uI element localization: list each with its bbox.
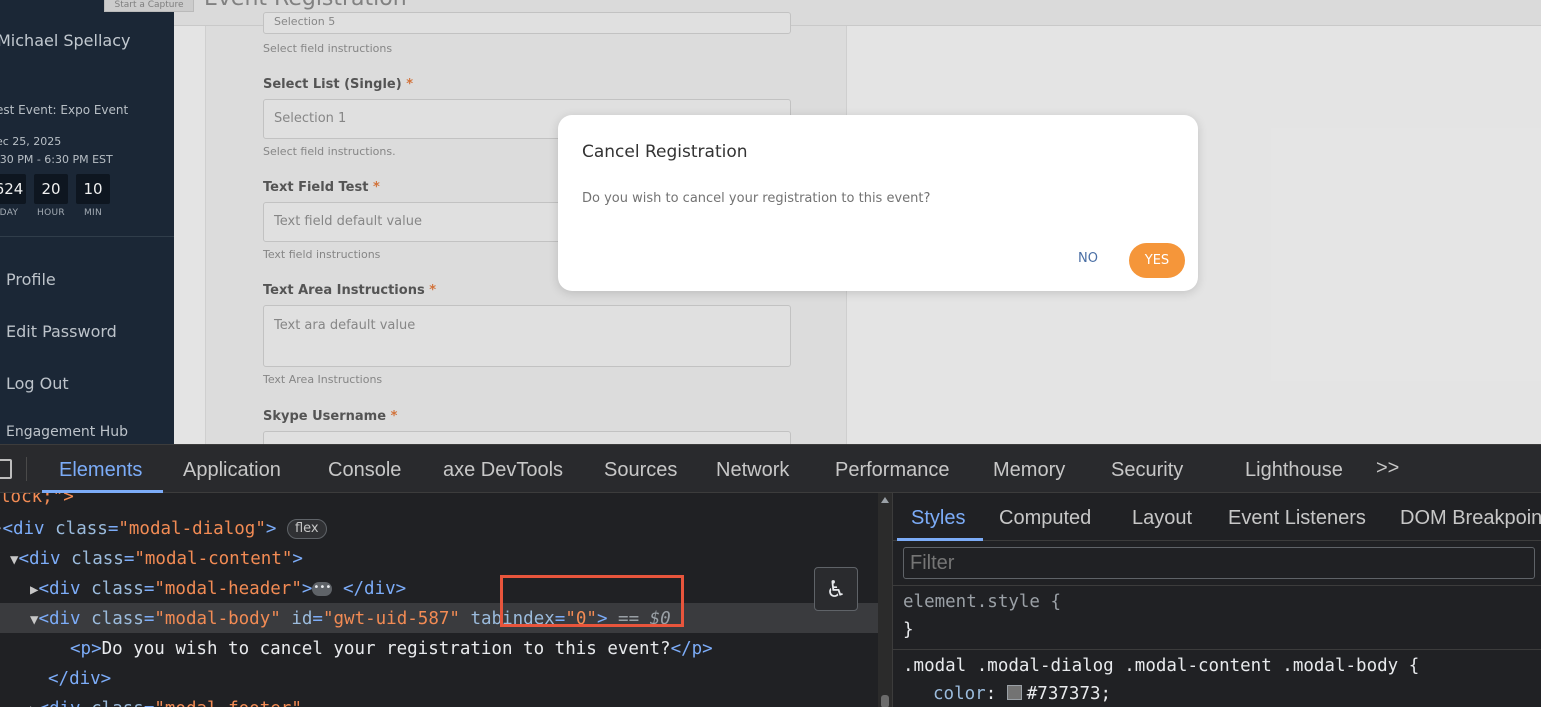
active-styles-tab-indicator: [897, 538, 983, 541]
tab-elements[interactable]: Elements: [59, 459, 142, 482]
dom-attr-value: "modal-header": [154, 579, 302, 599]
dom-node-modal-header[interactable]: ▶<div class="modal-header">••• </div>: [30, 579, 406, 599]
no-button[interactable]: NO: [1078, 251, 1098, 266]
accessibility-icon[interactable]: ♿: [814, 567, 858, 611]
css-rule-selector[interactable]: .modal .modal-dialog .modal-content .mod…: [903, 656, 1419, 676]
dom-id-value: "gwt-uid-587": [322, 609, 460, 629]
dom-attr-value: "modal-dialog": [118, 519, 266, 539]
dom-node-modal-content[interactable]: ▼<div class="modal-content">: [10, 549, 303, 569]
dom-class-value: "modal-body": [154, 609, 281, 629]
dom-node-paragraph[interactable]: <p>Do you wish to cancel your registrati…: [70, 639, 713, 659]
tab-security[interactable]: Security: [1111, 459, 1183, 482]
tab-performance[interactable]: Performance: [835, 459, 950, 482]
tab-computed[interactable]: Computed: [999, 507, 1091, 530]
tab-memory[interactable]: Memory: [993, 459, 1065, 482]
dom-attr-name: class: [71, 549, 124, 569]
tab-layout[interactable]: Layout: [1132, 507, 1192, 530]
elements-dom-tree: lock;"> ▾<div class="modal-dialog"> flex…: [0, 493, 878, 707]
annotation-highlight-box: [500, 575, 684, 627]
dom-attr-value: "modal-content": [134, 549, 293, 569]
dom-node-modal-footer[interactable]: ▶<div class="modal-footer": [30, 699, 302, 707]
dom-attr-name: class: [91, 579, 144, 599]
styles-divider: [893, 585, 1541, 586]
styles-tab-bar: Styles Computed Layout Event Listeners D…: [893, 493, 1541, 541]
flex-badge[interactable]: flex: [286, 519, 327, 539]
css-property-value: #737373;: [1026, 684, 1112, 704]
tab-application[interactable]: Application: [183, 459, 281, 482]
tab-styles[interactable]: Styles: [911, 507, 965, 530]
tab-network[interactable]: Network: [716, 459, 789, 482]
modal-title: Cancel Registration: [582, 142, 748, 162]
dom-fragment-text: lock;">: [0, 493, 74, 507]
dom-tree-scrollbar[interactable]: [878, 493, 892, 707]
cancel-registration-modal: Cancel Registration Do you wish to cance…: [558, 115, 1198, 291]
dom-close-div[interactable]: </div>: [48, 669, 111, 689]
element-style-close: }: [903, 620, 914, 640]
tab-sources[interactable]: Sources: [604, 459, 677, 482]
devtools-panel: Elements Application Console axe DevTool…: [0, 444, 1541, 707]
dom-id-attr: id: [291, 609, 313, 629]
color-swatch-icon[interactable]: [1006, 685, 1022, 700]
tab-lighthouse[interactable]: Lighthouse: [1245, 459, 1343, 482]
ellipsis-icon[interactable]: •••: [312, 582, 333, 596]
css-declaration[interactable]: color: #737373;: [933, 684, 1111, 704]
more-tabs-icon[interactable]: >>: [1376, 457, 1399, 480]
dom-attr-value: "modal-footer": [154, 699, 302, 707]
element-style-selector[interactable]: element.style {: [903, 592, 1061, 612]
modal-body-text: Do you wish to cancel your registration …: [582, 191, 931, 206]
dom-text-node: Do you wish to cancel your registration …: [101, 639, 671, 659]
toolbar-divider: [26, 457, 27, 481]
yes-button[interactable]: YES: [1129, 243, 1185, 278]
css-property-name: color: [933, 684, 986, 704]
dom-node-modal-dialog[interactable]: ▾<div class="modal-dialog"> flex: [0, 519, 327, 539]
dom-attr-name: class: [55, 519, 108, 539]
styles-divider: [893, 649, 1541, 650]
dom-attr-name: class: [91, 699, 144, 707]
device-toolbar-icon[interactable]: [0, 459, 12, 479]
scrollbar-thumb[interactable]: [881, 695, 889, 707]
element-style-text: element.style {: [903, 592, 1062, 612]
scroll-up-arrow-icon[interactable]: [881, 497, 889, 503]
devtools-tab-bar: Elements Application Console axe DevTool…: [0, 445, 1541, 493]
styles-pane: Styles Computed Layout Event Listeners D…: [892, 493, 1541, 707]
tab-event-listeners[interactable]: Event Listeners: [1228, 507, 1366, 530]
dom-close-tag: </div>: [48, 669, 112, 689]
dom-line-fragment[interactable]: lock;">: [0, 493, 74, 507]
tab-axe-devtools[interactable]: axe DevTools: [443, 459, 563, 482]
tab-console[interactable]: Console: [328, 459, 401, 482]
app-viewport: Michael Spellacy est Event: Expo Event e…: [0, 0, 1541, 444]
tab-dom-breakpoints[interactable]: DOM Breakpoin: [1400, 507, 1541, 530]
styles-filter-input[interactable]: [903, 547, 1535, 579]
